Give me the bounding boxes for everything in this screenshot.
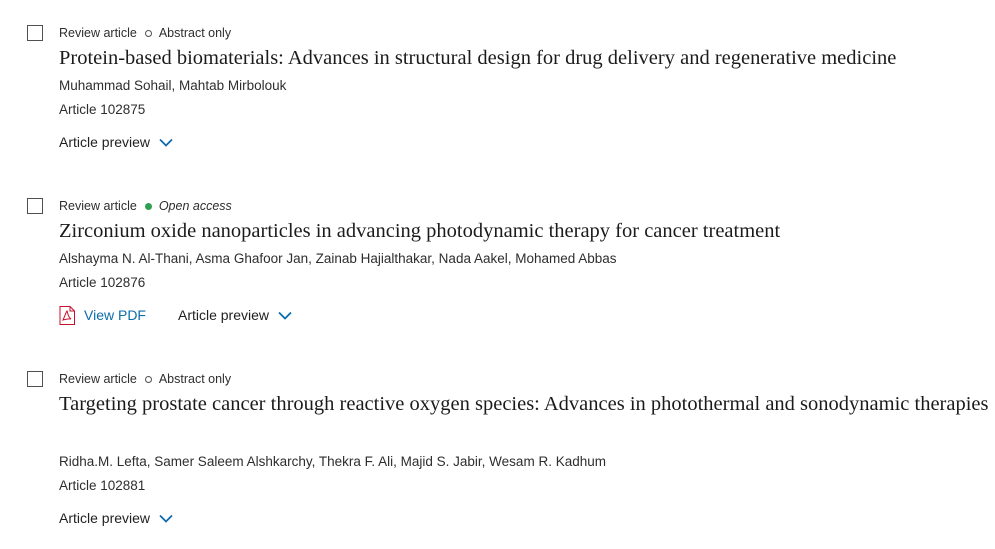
article-number: Article 102875 (59, 102, 146, 117)
select-checkbox[interactable] (27, 25, 43, 41)
article-meta: Review article Abstract only (59, 371, 231, 387)
view-pdf-link[interactable]: View PDF (59, 305, 146, 325)
abstract-only-dot-icon (144, 375, 152, 383)
article-authors: Ridha.M. Lefta, Samer Saleem Alshkarchy,… (59, 454, 606, 469)
article-actions: Article preview (59, 507, 173, 529)
open-access-dot-icon (144, 202, 152, 210)
article-meta: Review article Open access (59, 198, 232, 214)
article-number: Article 102881 (59, 478, 146, 493)
article-type: Review article (59, 372, 137, 386)
article-preview-toggle[interactable]: Article preview (59, 132, 173, 152)
pdf-file-icon (59, 305, 75, 325)
article-preview-toggle[interactable]: Article preview (59, 508, 173, 528)
access-label: Abstract only (158, 372, 232, 386)
access-label: Abstract only (158, 26, 232, 40)
article-type: Review article (59, 199, 137, 213)
article-authors: Muhammad Sohail, Mahtab Mirbolouk (59, 78, 287, 93)
chevron-down-icon (278, 311, 292, 320)
article-actions: Article preview (59, 131, 173, 153)
view-pdf-label: View PDF (84, 307, 146, 323)
article-number: Article 102876 (59, 275, 146, 290)
article-preview-label: Article preview (59, 510, 151, 526)
article-preview-toggle[interactable]: Article preview (178, 305, 292, 325)
select-checkbox[interactable] (27, 198, 43, 214)
article-preview-label: Article preview (59, 134, 151, 150)
abstract-only-dot-icon (144, 29, 152, 37)
article-title[interactable]: Zirconium oxide nanoparticles in advanci… (59, 216, 989, 246)
select-checkbox[interactable] (27, 371, 43, 387)
chevron-down-icon (159, 514, 173, 523)
article-preview-label: Article preview (177, 307, 270, 323)
article-meta: Review article Abstract only (59, 25, 231, 41)
article-title[interactable]: Targeting prostate cancer through reacti… (59, 389, 989, 419)
article-type: Review article (59, 26, 137, 40)
chevron-down-icon (159, 138, 173, 147)
article-authors: Alshayma N. Al-Thani, Asma Ghafoor Jan, … (59, 251, 617, 266)
article-title[interactable]: Protein-based biomaterials: Advances in … (59, 43, 989, 73)
article-actions: View PDF Article preview (59, 304, 292, 326)
access-label: Open access (158, 199, 232, 213)
